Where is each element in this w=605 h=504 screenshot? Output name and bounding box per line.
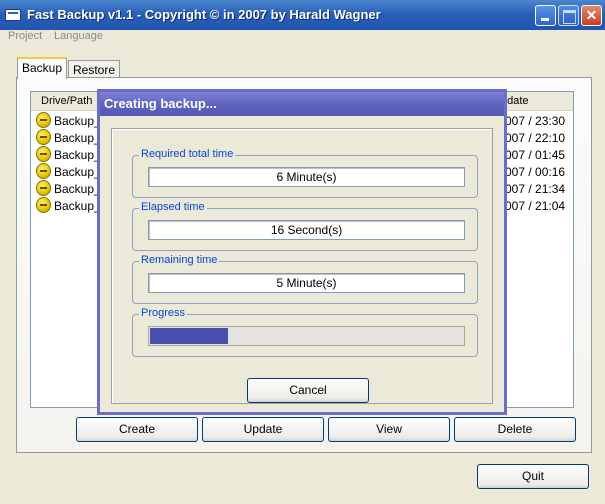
dialog-body: Required total time 6 Minute(s) Elapsed … bbox=[100, 116, 504, 412]
elapsed-time-group: Elapsed time 16 Second(s) bbox=[132, 201, 478, 251]
maximize-button[interactable] bbox=[558, 5, 579, 26]
row-update-date: 007 / 23:30 bbox=[505, 114, 566, 128]
title-bar: Fast Backup v1.1 - Copyright © in 2007 b… bbox=[0, 0, 605, 30]
remaining-time-value: 5 Minute(s) bbox=[148, 273, 465, 293]
backup-disk-icon bbox=[36, 129, 51, 145]
row-name: Backup_ bbox=[54, 199, 101, 213]
column-header-drive-path[interactable]: Drive/Path bbox=[41, 95, 92, 107]
required-time-value: 6 Minute(s) bbox=[148, 167, 465, 187]
minimize-button[interactable] bbox=[535, 5, 556, 26]
row-name: Backup_ bbox=[54, 148, 101, 162]
delete-button[interactable]: Delete bbox=[454, 417, 576, 442]
row-name: Backup_ bbox=[54, 165, 101, 179]
tab-backup[interactable]: Backup bbox=[17, 57, 68, 79]
cancel-button[interactable]: Cancel bbox=[247, 378, 369, 403]
window-icon[interactable] bbox=[5, 9, 21, 21]
close-button[interactable]: ✕ bbox=[581, 5, 602, 26]
progress-group: Progress bbox=[132, 307, 478, 357]
elapsed-time-label: Elapsed time bbox=[139, 201, 207, 213]
progress-bar-fill bbox=[150, 328, 228, 344]
update-button[interactable]: Update bbox=[202, 417, 324, 442]
dialog-title-bar[interactable]: Creating backup... bbox=[100, 92, 504, 116]
row-update-date: 007 / 21:04 bbox=[505, 199, 566, 213]
quit-button[interactable]: Quit bbox=[477, 464, 589, 489]
backup-disk-icon bbox=[36, 146, 51, 162]
row-name: Backup_ bbox=[54, 114, 101, 128]
backup-disk-icon bbox=[36, 112, 51, 128]
close-icon: ✕ bbox=[585, 7, 598, 23]
backup-disk-icon bbox=[36, 197, 51, 213]
required-time-group: Required total time 6 Minute(s) bbox=[132, 148, 478, 198]
remaining-time-label: Remaining time bbox=[139, 254, 220, 266]
view-button[interactable]: View bbox=[328, 417, 450, 442]
required-time-label: Required total time bbox=[139, 148, 236, 160]
row-name: Backup_ bbox=[54, 131, 101, 145]
create-button[interactable]: Create bbox=[76, 417, 198, 442]
row-name: Backup_ bbox=[54, 182, 101, 196]
progress-bar bbox=[148, 326, 465, 346]
elapsed-time-value: 16 Second(s) bbox=[148, 220, 465, 240]
creating-backup-dialog: Creating backup... Required total time 6… bbox=[97, 89, 507, 415]
row-update-date: 007 / 00:16 bbox=[505, 165, 566, 179]
backup-disk-icon bbox=[36, 180, 51, 196]
row-update-date: 007 / 21:34 bbox=[505, 182, 566, 196]
row-update-date: 007 / 01:45 bbox=[505, 148, 566, 162]
menu-project[interactable]: Project bbox=[8, 30, 42, 42]
backup-disk-icon bbox=[36, 163, 51, 179]
row-update-date: 007 / 22:10 bbox=[505, 131, 566, 145]
menu-language[interactable]: Language bbox=[54, 30, 103, 42]
progress-label: Progress bbox=[139, 307, 188, 319]
window-title: Fast Backup v1.1 - Copyright © in 2007 b… bbox=[27, 7, 381, 22]
dialog-panel: Required total time 6 Minute(s) Elapsed … bbox=[111, 128, 493, 404]
dialog-title: Creating backup... bbox=[104, 96, 217, 111]
menu-bar: Project Language bbox=[0, 30, 605, 46]
remaining-time-group: Remaining time 5 Minute(s) bbox=[132, 254, 478, 304]
